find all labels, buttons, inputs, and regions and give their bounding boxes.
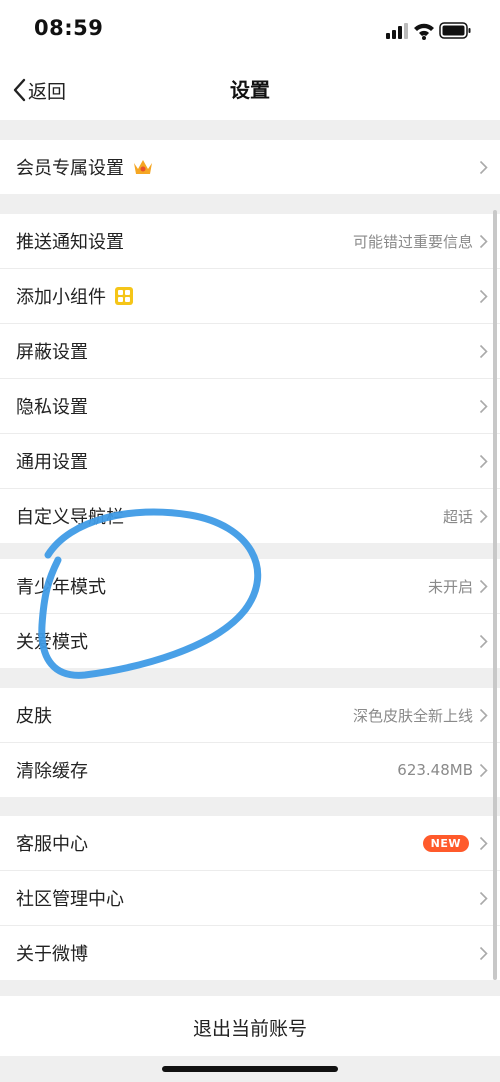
chevron-right-icon <box>479 946 488 960</box>
crown-icon <box>134 160 152 174</box>
scrollbar[interactable] <box>493 210 497 980</box>
settings-item-general[interactable]: 通用设置 <box>0 434 500 489</box>
status-time: 08:59 <box>34 16 104 40</box>
settings-item-value: 深色皮肤全新上线 <box>352 706 473 725</box>
settings-item-label: 关爱模式 <box>16 632 88 653</box>
settings-group-modes: 青少年模式 未开启 关爱模式 <box>0 559 500 668</box>
settings-item-label: 皮肤 <box>16 706 52 727</box>
settings-group-general: 推送通知设置 可能错过重要信息 添加小组件 屏蔽设置 隐私设置 通用设置 自定义… <box>0 214 500 543</box>
logout-button[interactable]: 退出当前账号 <box>0 996 500 1056</box>
settings-item-label: 隐私设置 <box>16 397 88 418</box>
chevron-right-icon <box>479 836 488 850</box>
settings-item-care-mode[interactable]: 关爱模式 <box>0 614 500 668</box>
chevron-right-icon <box>479 634 488 648</box>
chevron-right-icon <box>479 289 488 303</box>
navigation-bar: 返回 设置 <box>0 60 500 120</box>
new-badge: NEW <box>422 834 469 852</box>
settings-item-about-weibo[interactable]: 关于微博 <box>0 926 500 980</box>
settings-item-customer-service[interactable]: 客服中心 NEW <box>0 816 500 871</box>
settings-item-privacy[interactable]: 隐私设置 <box>0 379 500 434</box>
settings-item-label: 清除缓存 <box>16 761 88 782</box>
wifi-icon <box>414 23 434 40</box>
logout-label: 退出当前账号 <box>192 1018 307 1040</box>
settings-group-membership: 会员专属设置 <box>0 140 500 194</box>
chevron-right-icon <box>479 763 488 777</box>
settings-item-label: 客服中心 <box>16 834 88 855</box>
settings-item-teen-mode[interactable]: 青少年模式 未开启 <box>0 559 500 614</box>
chevron-right-icon <box>479 891 488 905</box>
settings-item-label: 推送通知设置 <box>16 232 124 253</box>
status-icons <box>386 22 471 40</box>
settings-item-membership[interactable]: 会员专属设置 <box>0 140 500 194</box>
chevron-right-icon <box>479 160 488 174</box>
settings-item-community-management[interactable]: 社区管理中心 <box>0 871 500 926</box>
settings-item-skin[interactable]: 皮肤 深色皮肤全新上线 <box>0 688 500 743</box>
status-bar: 08:59 <box>0 0 500 60</box>
chevron-right-icon <box>479 708 488 722</box>
chevron-right-icon <box>479 234 488 248</box>
settings-item-push-notifications[interactable]: 推送通知设置 可能错过重要信息 <box>0 214 500 269</box>
chevron-right-icon <box>479 344 488 358</box>
settings-item-custom-navbar[interactable]: 自定义导航栏 超话 <box>0 489 500 543</box>
settings-item-label: 自定义导航栏 <box>16 507 124 528</box>
chevron-right-icon <box>479 509 488 523</box>
settings-item-value: 623.48MB <box>397 761 473 779</box>
page-title: 设置 <box>230 78 270 102</box>
settings-group-support: 客服中心 NEW 社区管理中心 关于微博 <box>0 816 500 980</box>
settings-item-label: 关于微博 <box>16 944 88 965</box>
settings-item-value: 可能错过重要信息 <box>352 232 473 251</box>
settings-item-label: 青少年模式 <box>16 577 106 598</box>
settings-item-label: 会员专属设置 <box>16 158 124 179</box>
battery-icon <box>439 22 471 39</box>
settings-group-appearance: 皮肤 深色皮肤全新上线 清除缓存 623.48MB <box>0 688 500 797</box>
chevron-right-icon <box>479 454 488 468</box>
settings-item-add-widget[interactable]: 添加小组件 <box>0 269 500 324</box>
widget-grid-icon <box>115 287 133 305</box>
signal-icon <box>386 23 408 39</box>
settings-item-label: 添加小组件 <box>16 287 106 308</box>
settings-item-label: 通用设置 <box>16 452 88 473</box>
settings-item-label: 社区管理中心 <box>16 889 124 910</box>
chevron-right-icon <box>479 579 488 593</box>
settings-item-value: 超话 <box>442 507 473 526</box>
settings-item-clear-cache[interactable]: 清除缓存 623.48MB <box>0 743 500 797</box>
settings-item-block[interactable]: 屏蔽设置 <box>0 324 500 379</box>
chevron-right-icon <box>479 399 488 413</box>
settings-item-value: 未开启 <box>427 577 473 596</box>
settings-item-label: 屏蔽设置 <box>16 342 88 363</box>
home-indicator <box>162 1066 338 1072</box>
